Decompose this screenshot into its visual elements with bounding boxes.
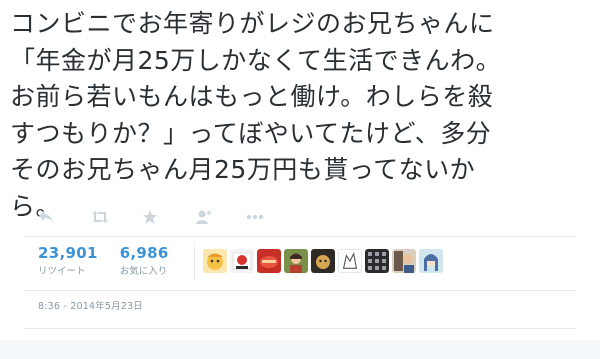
tweet-stats: 23,901 リツイート 6,986 お気に入り (38, 244, 191, 288)
more-button[interactable] (246, 206, 298, 228)
tweet-text: コンビニでお年寄りがレジのお兄ちゃんに 「年金が月25万しかなくて生活できんわ。… (10, 6, 595, 225)
favorite-count-link[interactable]: 6,986 お気に入り (120, 244, 169, 279)
tweet-line: すつもりか？」ってぼやいてたけど、多分 (10, 118, 492, 148)
favorite-label: お気に入り (119, 266, 168, 277)
more-icon (246, 214, 264, 220)
tweet-line: そのお兄ちゃん月25万円も貰ってないか (10, 155, 476, 184)
avatar[interactable] (338, 249, 362, 273)
retweet-count: 23,901 (38, 244, 98, 262)
tweet-line: お前ら若いもんはもっと働け。わしらを殺 (10, 82, 494, 111)
divider (25, 290, 575, 291)
favorite-count: 6,986 (119, 244, 169, 262)
avatar[interactable] (392, 249, 416, 273)
retweet-count-link[interactable]: 23,901 リツイート (38, 244, 98, 279)
tweet-timestamp[interactable]: 8:36 - 2014年5月23日 (38, 298, 143, 312)
reply-button[interactable] (38, 206, 90, 228)
tweet-line: 「年金が月25万しかなくて生活できんわ。 (10, 45, 502, 75)
avatar[interactable] (230, 249, 254, 273)
tweet-actions (38, 206, 298, 228)
favorite-icon (142, 209, 158, 225)
divider (25, 328, 575, 329)
stats-divider (194, 246, 195, 280)
tweet-line: コンビニでお年寄りがレジのお兄ちゃんに (10, 9, 495, 38)
retweet-label: リツイート (38, 266, 86, 277)
retweet-icon (90, 210, 110, 224)
follow-button[interactable] (194, 206, 246, 228)
avatar[interactable] (365, 249, 389, 273)
favorite-button[interactable] (142, 206, 194, 228)
reply-icon (38, 210, 54, 224)
follow-icon (194, 209, 212, 225)
retweet-button[interactable] (90, 206, 142, 228)
avatar[interactable] (419, 249, 443, 273)
avatar[interactable] (257, 249, 281, 273)
avatar[interactable] (311, 249, 335, 273)
footer-band (0, 340, 600, 359)
avatar[interactable] (284, 249, 308, 273)
favoriter-avatars (203, 249, 443, 273)
divider (25, 236, 575, 237)
avatar[interactable] (203, 249, 227, 273)
